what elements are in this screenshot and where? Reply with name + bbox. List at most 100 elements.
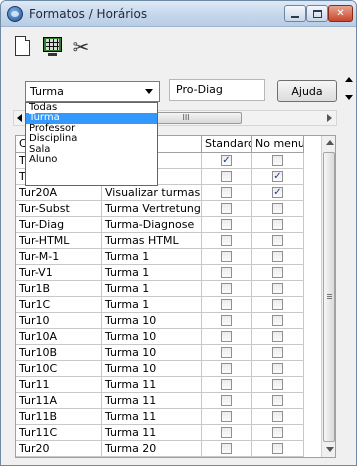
menu-checkbox[interactable] (272, 155, 283, 166)
scroll-right-icon[interactable] (327, 114, 332, 122)
menu-checkbox[interactable] (272, 379, 283, 390)
cell-long-name[interactable]: Turma-Diagnose (102, 217, 202, 233)
dropdown-option-student[interactable]: Aluno (26, 154, 157, 165)
standard-checkbox[interactable] (221, 267, 232, 278)
table-row[interactable]: Tur20 Turma 20 (16, 441, 304, 457)
maximize-button[interactable] (306, 5, 328, 22)
table-row[interactable]: Tur10B Turma 10 (16, 345, 304, 361)
column-header-standard[interactable]: Standard (202, 136, 252, 153)
standard-checkbox[interactable] (221, 235, 232, 246)
standard-checkbox[interactable] (221, 443, 232, 454)
cell-name[interactable]: Tur20B (16, 457, 102, 458)
menu-checkbox[interactable] (272, 235, 283, 246)
cell-long-name[interactable]: Turma 1 (102, 281, 202, 297)
cell-name[interactable]: Tur20A (16, 185, 102, 201)
standard-checkbox[interactable] (221, 347, 232, 358)
menu-checkbox[interactable]: ✓ (272, 187, 283, 198)
cell-long-name[interactable]: Turma 1 (102, 249, 202, 265)
scroll-down-icon[interactable] (326, 447, 334, 452)
cell-long-name[interactable]: Turmas HTML (102, 233, 202, 249)
help-button[interactable]: Ajuda (277, 80, 337, 102)
standard-checkbox[interactable]: ✓ (221, 155, 232, 166)
scroll-down-icon[interactable] (345, 95, 353, 100)
menu-checkbox[interactable] (272, 299, 283, 310)
cell-name[interactable]: Tur11B (16, 409, 102, 425)
table-row[interactable]: Tur-Diag Turma-Diagnose (16, 217, 304, 233)
scroll-up-icon[interactable] (326, 140, 334, 145)
standard-checkbox[interactable] (221, 283, 232, 294)
standard-checkbox[interactable] (221, 427, 232, 438)
cell-name[interactable]: Tur11 (16, 377, 102, 393)
cell-long-name[interactable]: Turma 20 (102, 441, 202, 457)
table-row[interactable]: Tur-Subst Turma Vertretung (16, 201, 304, 217)
element-type-dropdown[interactable]: Todas Turma Professor Disciplina Sala Al… (25, 102, 158, 186)
chevron-down-icon[interactable] (145, 89, 153, 94)
cell-long-name[interactable]: Turma 11 (102, 409, 202, 425)
title-bar[interactable]: Formatos / Horários ✕ (1, 1, 356, 27)
table-row[interactable]: Tur11 Turma 11 (16, 377, 304, 393)
standard-checkbox[interactable] (221, 219, 232, 230)
table-row[interactable]: Tur-V1 Turma 1 (16, 265, 304, 281)
standard-checkbox[interactable] (221, 315, 232, 326)
cell-long-name[interactable]: Turma 10 (102, 361, 202, 377)
table-row[interactable]: Tur10C Turma 10 (16, 361, 304, 377)
cell-name[interactable]: Tur11C (16, 425, 102, 441)
cell-name[interactable]: Tur-Diag (16, 217, 102, 233)
cell-name[interactable]: Tur-Subst (16, 201, 102, 217)
minimize-button[interactable] (284, 5, 306, 22)
table-row[interactable]: Tur20A Visualizar turmas ✓ (16, 185, 304, 201)
table-row[interactable]: Tur-HTML Turmas HTML (16, 233, 304, 249)
cell-long-name[interactable]: Visualizar turmas (102, 185, 202, 201)
menu-checkbox[interactable] (272, 347, 283, 358)
standard-checkbox[interactable] (221, 379, 232, 390)
standard-checkbox[interactable] (221, 299, 232, 310)
table-row[interactable]: Tur10 Turma 10 (16, 313, 304, 329)
cell-name[interactable]: Tur10 (16, 313, 102, 329)
cell-long-name[interactable]: Turma 10 (102, 313, 202, 329)
table-row[interactable]: Tur11B Turma 11 (16, 409, 304, 425)
standard-checkbox[interactable] (221, 251, 232, 262)
cell-name[interactable]: Tur-M-1 (16, 249, 102, 265)
cell-long-name[interactable]: Turma 10 (102, 329, 202, 345)
cell-long-name[interactable]: Turma 11 (102, 377, 202, 393)
cell-long-name[interactable]: Turma 11 (102, 393, 202, 409)
menu-checkbox[interactable] (272, 411, 283, 422)
menu-checkbox[interactable] (272, 219, 283, 230)
table-row[interactable]: Tur-M-1 Turma 1 (16, 249, 304, 265)
table-row[interactable]: Tur1C Turma 1 (16, 297, 304, 313)
column-header-menu[interactable]: No menu (252, 136, 304, 153)
vertical-scroll-thumb[interactable] (323, 152, 335, 442)
table-row[interactable]: Tur20BTurma 20 (16, 457, 304, 458)
cell-long-name[interactable]: Turma 1 (102, 265, 202, 281)
menu-checkbox[interactable] (272, 267, 283, 278)
menu-checkbox[interactable] (272, 427, 283, 438)
cell-name[interactable]: Tur1C (16, 297, 102, 313)
cell-name[interactable]: Tur20 (16, 441, 102, 457)
menu-checkbox[interactable]: ✓ (272, 171, 283, 182)
table-row[interactable]: Tur1B Turma 1 (16, 281, 304, 297)
element-type-combo[interactable]: Turma (25, 81, 160, 102)
cell-name[interactable]: Tur10C (16, 361, 102, 377)
menu-checkbox[interactable] (272, 251, 283, 262)
table-row[interactable]: Tur10A Turma 10 (16, 329, 304, 345)
cell-name[interactable]: Tur11A (16, 393, 102, 409)
menu-checkbox[interactable] (272, 395, 283, 406)
standard-checkbox[interactable] (221, 411, 232, 422)
new-document-icon[interactable] (11, 35, 35, 61)
scissors-icon[interactable]: ✂ (69, 35, 93, 61)
standard-checkbox[interactable] (221, 203, 232, 214)
menu-checkbox[interactable] (272, 363, 283, 374)
cell-name[interactable]: Tur1B (16, 281, 102, 297)
cell-long-name[interactable]: Turma Vertretung (102, 201, 202, 217)
menu-checkbox[interactable] (272, 315, 283, 326)
standard-checkbox[interactable] (221, 363, 232, 374)
menu-checkbox[interactable] (272, 331, 283, 342)
table-row[interactable]: Tur11A Turma 11 (16, 393, 304, 409)
cell-long-name[interactable]: Turma 20 (102, 457, 202, 458)
menu-checkbox[interactable] (272, 203, 283, 214)
cell-long-name[interactable]: Turma 11 (102, 425, 202, 441)
standard-checkbox[interactable] (221, 331, 232, 342)
cell-long-name[interactable]: Turma 1 (102, 297, 202, 313)
format-name-field[interactable]: Pro-Diag (169, 79, 265, 101)
dropdown-option-subject[interactable]: Disciplina (26, 133, 157, 144)
